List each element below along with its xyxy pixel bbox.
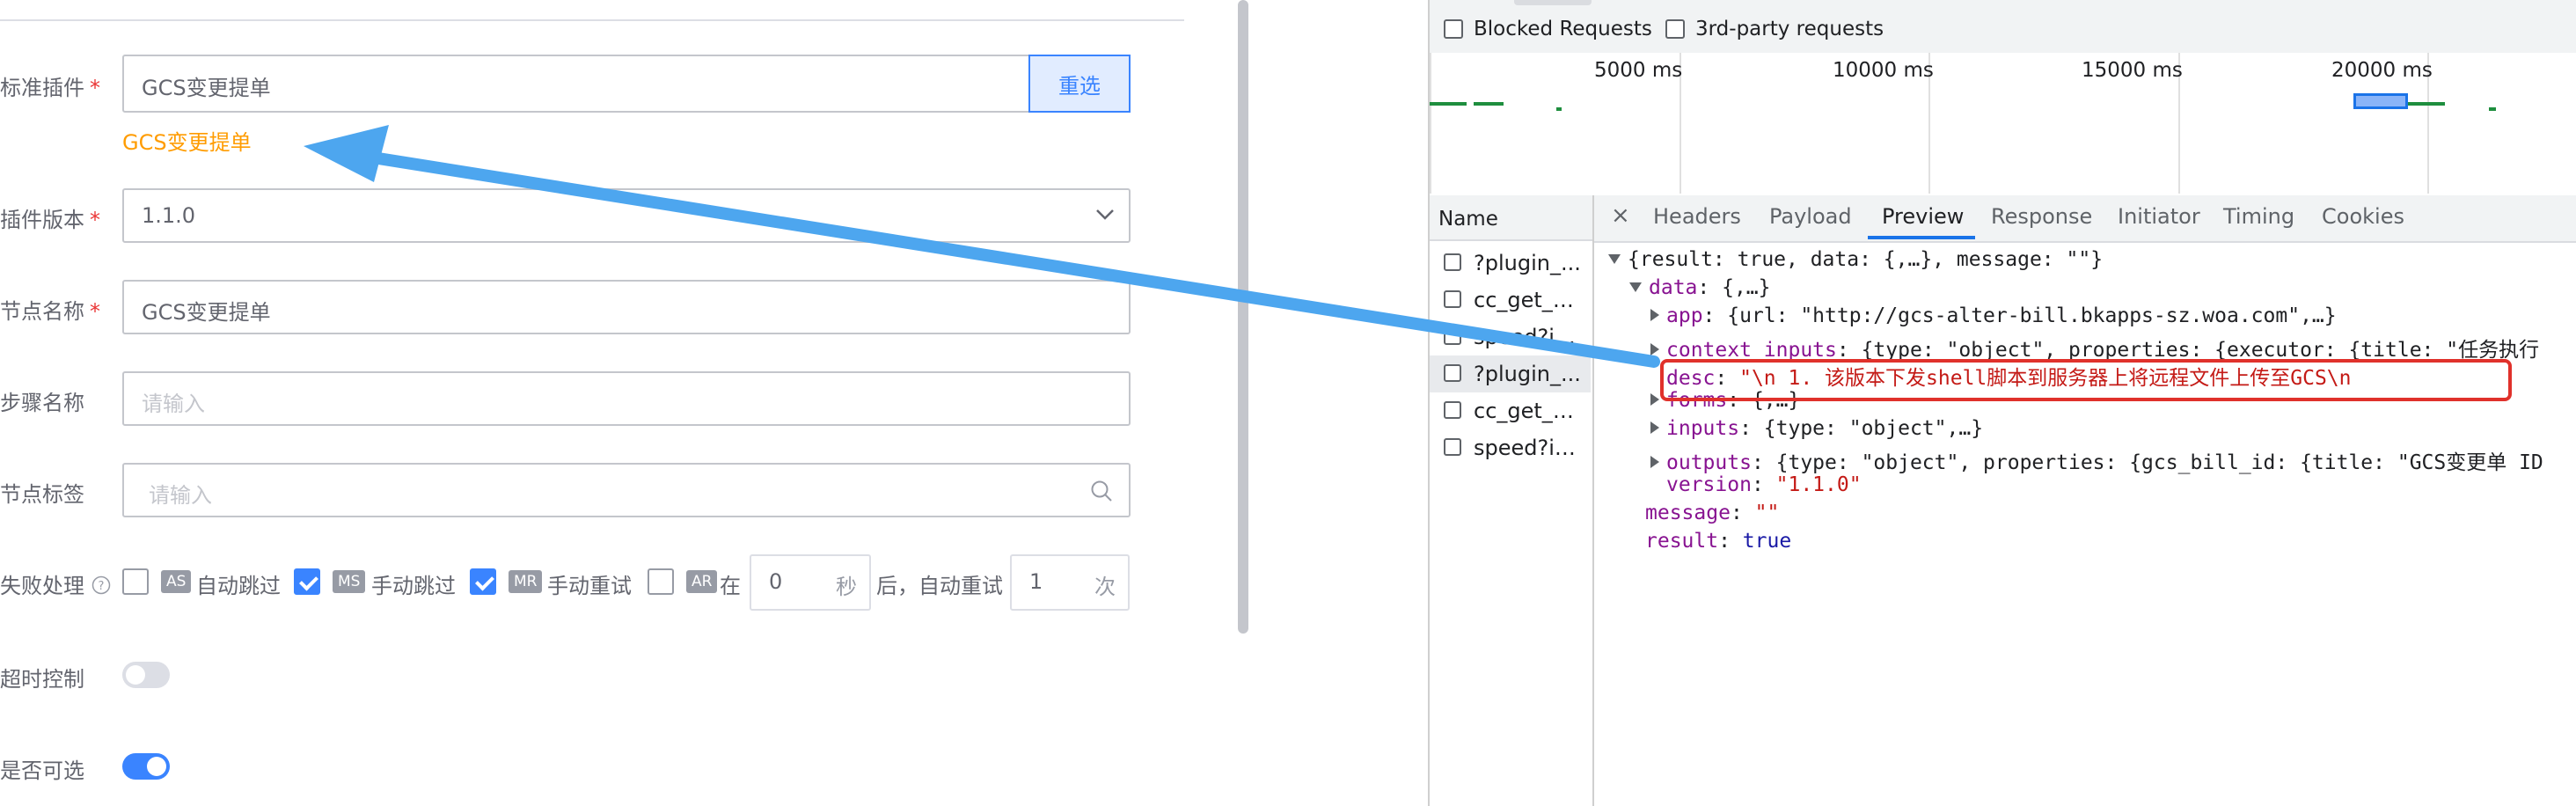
annotation-arrow-icon	[304, 125, 1660, 368]
